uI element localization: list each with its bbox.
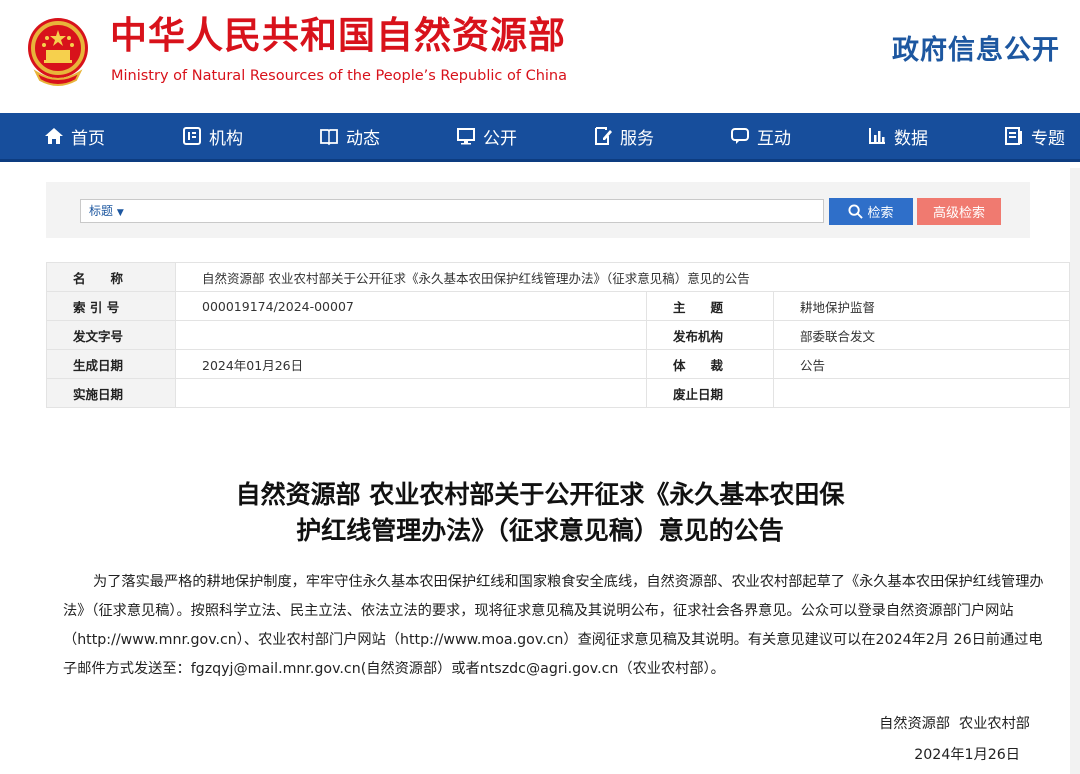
home-icon — [45, 128, 63, 144]
nav-item-interact[interactable]: 互动 — [730, 113, 791, 159]
meta-value-subject: 耕地保护监督 — [773, 291, 1070, 321]
meta-value-index: 000019174/2024-00007 — [175, 291, 647, 321]
table-row: 发文字号 发布机构 部委联合发文 — [46, 320, 1070, 350]
nav-label: 首页 — [71, 128, 105, 149]
nav-label: 服务 — [620, 128, 654, 149]
article-date: 2024年1月26日 — [914, 747, 1020, 763]
site-subtitle: Ministry of Natural Resources of the Peo… — [111, 68, 568, 84]
table-row: 生成日期 2024年01月26日 体 裁 公告 — [46, 349, 1070, 379]
main-nav: 首页 机构 动态 公开 服务 互动 数据 专题 — [0, 113, 1080, 162]
meta-label-created: 生成日期 — [46, 349, 176, 379]
book-icon — [320, 129, 338, 146]
search-field-select[interactable]: 标题 ▼ — [89, 200, 124, 222]
meta-label-name: 名 称 — [46, 262, 176, 292]
bar-chart-icon — [869, 128, 885, 144]
chevron-down-icon: ▼ — [116, 208, 124, 218]
document-edit-icon — [595, 127, 612, 145]
nav-item-data[interactable]: 数据 — [867, 113, 928, 159]
meta-value-repeal — [773, 378, 1070, 408]
nav-label: 数据 — [894, 128, 928, 149]
table-row: 索 引 号 000019174/2024-00007 主 题 耕地保护监督 — [46, 291, 1070, 321]
search-button[interactable]: 检索 — [829, 198, 913, 225]
site-title[interactable]: 中华人民共和国自然资源部 — [110, 14, 566, 58]
meta-value-effective — [175, 378, 647, 408]
meta-label-repeal: 废止日期 — [646, 378, 774, 408]
search-button-label: 检索 — [867, 206, 894, 221]
table-row: 名 称 自然资源部 农业农村部关于公开征求《永久基本农田保护红线管理办法》（征求… — [46, 262, 1070, 292]
article-title-line-2: 护红线管理办法》（征求意见稿）意见的公告 — [296, 516, 784, 545]
monitor-icon — [457, 128, 475, 145]
meta-label-doc-no: 发文字号 — [46, 320, 176, 350]
article-signature: 自然资源部 农业农村部 — [879, 716, 1030, 732]
meta-value-genre: 公告 — [773, 349, 1070, 379]
site-header: 中华人民共和国自然资源部 Ministry of Natural Resourc… — [0, 0, 1080, 113]
table-row: 实施日期 废止日期 — [46, 378, 1070, 408]
meta-value-created: 2024年01月26日 — [175, 349, 647, 379]
nav-item-org[interactable]: 机构 — [182, 113, 243, 159]
nav-label: 互动 — [757, 128, 791, 149]
nav-item-open[interactable]: 公开 — [456, 113, 517, 159]
nav-item-service[interactable]: 服务 — [593, 113, 654, 159]
content-frame: 标题 ▼ 检索 高级检索 名 称 自然资源部 农业农村部关于公开征求《永久基本农… — [10, 168, 1080, 774]
meta-label-genre: 体 裁 — [646, 349, 774, 379]
search-input[interactable]: 标题 ▼ — [80, 199, 824, 223]
advanced-search-button[interactable]: 高级检索 — [917, 198, 1001, 225]
meta-value-issuer: 部委联合发文 — [773, 320, 1070, 350]
search-field-label: 标题 — [89, 204, 114, 218]
nav-label: 机构 — [209, 128, 243, 149]
nav-label: 动态 — [346, 128, 380, 149]
org-icon — [183, 127, 201, 145]
meta-label-index: 索 引 号 — [46, 291, 176, 321]
search-icon — [848, 204, 864, 219]
nav-label: 专题 — [1031, 128, 1065, 149]
nav-item-news[interactable]: 动态 — [319, 113, 380, 159]
content-panel: 标题 ▼ 检索 高级检索 名 称 自然资源部 农业农村部关于公开征求《永久基本农… — [10, 168, 1070, 774]
meta-label-effective: 实施日期 — [46, 378, 176, 408]
meta-label-issuer: 发布机构 — [646, 320, 774, 350]
article-title-line-1: 自然资源部 农业农村部关于公开征求《永久基本农田保 — [235, 480, 845, 509]
article-body: 为了落实最严格的耕地保护制度，牢牢守住永久基本农田保护红线和国家粮食安全底线，自… — [63, 574, 1044, 677]
document-meta-table: 名 称 自然资源部 农业农村部关于公开征求《永久基本农田保护红线管理办法》（征求… — [46, 262, 1070, 408]
meta-label-subject: 主 题 — [646, 291, 774, 321]
gov-info-public-link[interactable]: 政府信息公开 — [892, 28, 1060, 67]
advanced-search-label: 高级检索 — [932, 206, 985, 221]
article-title: 自然资源部 农业农村部关于公开征求《永久基本农田保 护红线管理办法》（征求意见稿… — [180, 477, 900, 549]
nav-item-home[interactable]: 首页 — [44, 113, 105, 159]
topic-icon — [1005, 127, 1022, 145]
chat-icon — [731, 128, 749, 144]
nav-label: 公开 — [483, 128, 517, 149]
national-emblem-icon[interactable] — [22, 14, 94, 88]
meta-value-doc-no — [175, 320, 647, 350]
nav-item-topic[interactable]: 专题 — [1004, 113, 1065, 159]
meta-value-name: 自然资源部 农业农村部关于公开征求《永久基本农田保护红线管理办法》（征求意见稿）… — [175, 262, 1070, 292]
